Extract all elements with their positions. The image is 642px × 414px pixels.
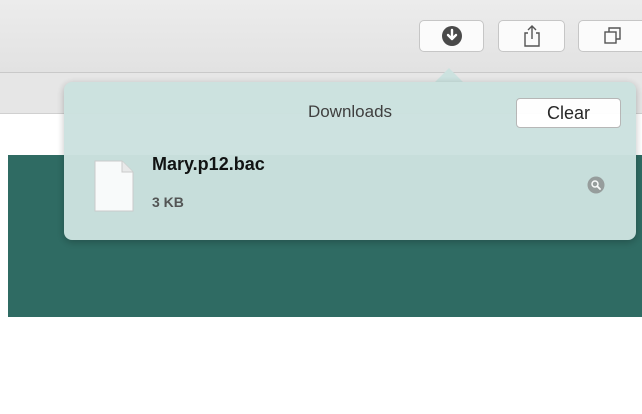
tab-overview-button[interactable]	[578, 20, 642, 52]
share-icon	[523, 25, 540, 47]
clear-button[interactable]: Clear	[516, 98, 621, 128]
magnifier-icon[interactable]	[587, 176, 605, 194]
download-file-name: Mary.p12.bac	[152, 154, 265, 174]
downloads-popover: Downloads Clear Mary.p12.bac 3 KB	[64, 82, 636, 240]
downloads-button[interactable]	[419, 20, 484, 52]
browser-toolbar	[0, 0, 642, 73]
download-file-size: 3 KB	[152, 194, 184, 210]
share-button[interactable]	[498, 20, 565, 52]
download-icon	[441, 26, 462, 46]
tab-overview-icon	[604, 27, 621, 44]
file-icon	[94, 160, 134, 212]
